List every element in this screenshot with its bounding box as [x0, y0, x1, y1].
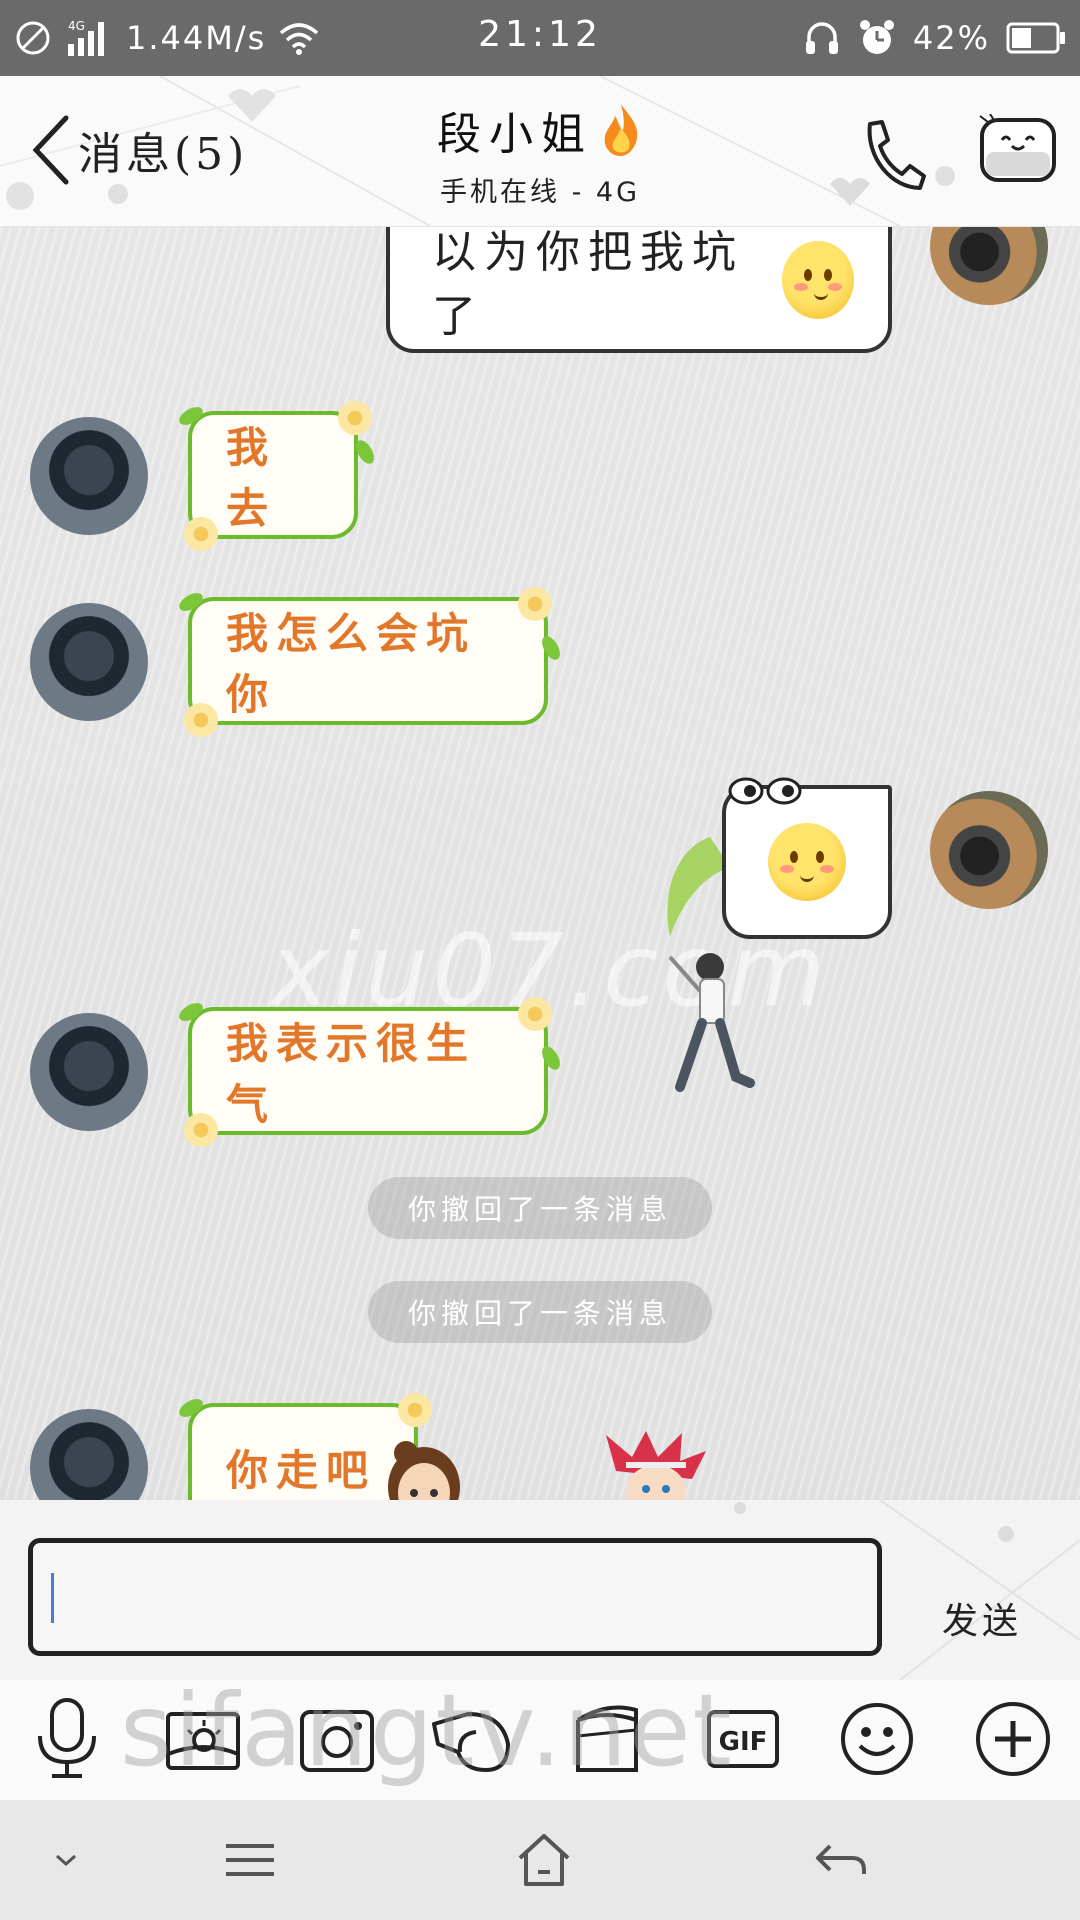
headphones-icon [805, 22, 838, 54]
avatar-friend[interactable] [30, 1409, 148, 1500]
recall-notice: 你撤回了一条消息 [368, 1177, 712, 1239]
phone-call-button[interactable] [856, 114, 928, 194]
battery-icon [1006, 22, 1065, 54]
emoji-button[interactable] [832, 1694, 922, 1784]
nav-collapse-button[interactable] [26, 1825, 106, 1895]
nav-home-button[interactable] [504, 1825, 584, 1895]
phone-icon [867, 120, 926, 190]
message-composer: 发送 [0, 1500, 1080, 1680]
status-bar: 4G 1.44M/s 21:12 42% [0, 0, 1080, 76]
chat-header: 消息(5) 段小姐 手机在线 - 4G [0, 76, 1080, 227]
googly-eyes-icon [728, 777, 802, 805]
message-text: 我表示很生气 [226, 1019, 477, 1129]
fire-icon [604, 104, 638, 156]
plus-icon [976, 1702, 1050, 1776]
message-text: 我怎么会坑你 [226, 609, 477, 719]
profile-button[interactable] [978, 113, 1058, 184]
nav-menu-button[interactable] [210, 1825, 290, 1895]
warrior-character-sticker [606, 1431, 706, 1500]
girl-character-sticker [388, 1441, 460, 1500]
emoji-icon [841, 1703, 913, 1775]
menu-icon [226, 1844, 274, 1876]
battery-percent: 42% [912, 19, 990, 57]
avatar-self[interactable] [930, 791, 1048, 909]
avatar-friend[interactable] [30, 417, 148, 535]
home-icon [518, 1834, 570, 1886]
avatar-self[interactable] [930, 227, 1048, 305]
blush-emoji-icon [782, 241, 854, 319]
message-bubble-incoming[interactable]: 我去 [176, 401, 378, 551]
message-bubble-incoming[interactable]: 我表示很生气 [176, 997, 564, 1147]
back-arrow-icon [816, 1844, 866, 1874]
recall-notice: 你撤回了一条消息 [368, 1281, 712, 1343]
mic-icon [38, 1698, 96, 1778]
text-caret [51, 1573, 54, 1623]
voice-button[interactable] [22, 1694, 112, 1784]
system-nav-bar [0, 1800, 1080, 1920]
cute-face-icon [979, 113, 1056, 182]
nav-back-button[interactable] [800, 1825, 880, 1895]
send-button[interactable]: 发送 [942, 1592, 1022, 1644]
more-button[interactable] [968, 1694, 1058, 1784]
avatar-friend[interactable] [30, 1013, 148, 1131]
contact-name: 段小姐 [437, 109, 593, 160]
blush-emoji-icon [768, 823, 846, 901]
message-bubble-outgoing[interactable]: 以为你把我坑了 [386, 227, 892, 353]
message-bubble-incoming[interactable]: 我怎么会坑你 [176, 587, 564, 737]
alarm-icon [859, 20, 894, 54]
chat-message-list[interactable]: xiu07.com 以为你把我坑了 我去 我怎么会坑你 我表示很生气 你撤回了一… [0, 227, 1080, 1500]
chevron-down-icon [56, 1854, 76, 1867]
message-text: 我去 [226, 423, 277, 533]
avatar-friend[interactable] [30, 603, 148, 721]
message-text: 以为你把我坑了 [432, 227, 744, 342]
message-text: 你走吧 [226, 1445, 377, 1495]
watermark-sifangtv: sifangtv.net [120, 1672, 734, 1789]
message-input[interactable] [28, 1538, 882, 1656]
